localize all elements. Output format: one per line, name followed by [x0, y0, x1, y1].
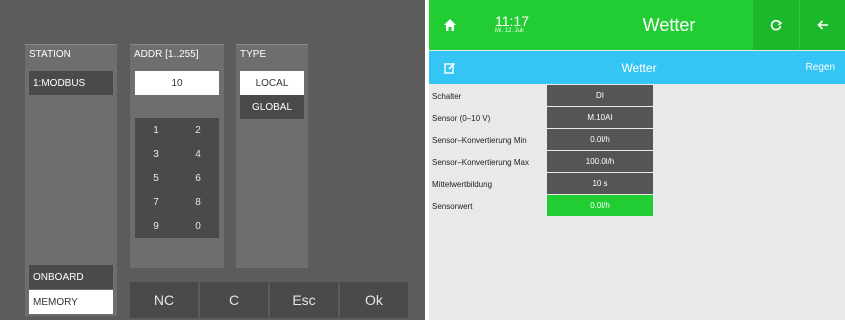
key-9[interactable]: 9	[135, 214, 177, 238]
station-item-modbus[interactable]: 1:MODBUS	[29, 71, 113, 95]
row-label: Sensorwert	[432, 201, 473, 211]
type-group: TYPE LOCAL GLOBAL	[236, 44, 308, 268]
home-icon	[443, 19, 456, 31]
type-header: TYPE	[240, 49, 267, 60]
escape-button[interactable]: Esc	[270, 282, 338, 318]
row-label: Mittelwertbildung	[432, 179, 493, 189]
addr-header: ADDR [1..255]	[134, 49, 199, 60]
row-label: Sensor (0–10 V)	[432, 113, 491, 123]
station-header: STATION	[29, 49, 71, 60]
row-label: Sensor–Konvertierung Max	[432, 157, 529, 167]
row-value[interactable]: DI	[547, 85, 653, 106]
refresh-button[interactable]	[753, 0, 799, 50]
nc-button[interactable]: NC	[130, 282, 198, 318]
row-mittelwert: Mittelwertbildung 10 s	[429, 173, 845, 195]
station-group: STATION 1:MODBUS ONBOARD MEMORY	[25, 44, 117, 316]
page-title: Wetter	[642, 14, 696, 35]
key-4[interactable]: 4	[177, 142, 219, 166]
row-label: Sensor–Konvertierung Min	[432, 135, 527, 145]
row-konv-max: Sensor–Konvertierung Max 100.0l/h	[429, 151, 845, 173]
row-sensor: Sensor (0–10 V) M.10AI	[429, 107, 845, 129]
key-0[interactable]: 0	[177, 214, 219, 238]
row-value[interactable]: 100.0l/h	[547, 151, 653, 172]
key-1[interactable]: 1	[135, 118, 177, 142]
edit-icon	[443, 62, 455, 74]
row-value[interactable]: M.10AI	[547, 107, 653, 128]
row-value: 0.0l/h	[547, 195, 653, 216]
clock-date: Mi, 12. Juli	[495, 28, 524, 34]
clock-time: 11:17	[495, 13, 529, 29]
key-3[interactable]: 3	[135, 142, 177, 166]
key-8[interactable]: 8	[177, 190, 219, 214]
back-button[interactable]	[800, 0, 845, 50]
station-memory-button[interactable]: MEMORY	[29, 290, 113, 314]
addr-input[interactable]: 10	[135, 71, 219, 95]
key-6[interactable]: 6	[177, 166, 219, 190]
key-5[interactable]: 5	[135, 166, 177, 190]
row-value[interactable]: 0.0l/h	[547, 129, 653, 150]
clear-button[interactable]: C	[200, 282, 268, 318]
action-bar: NC C Esc Ok	[130, 282, 408, 318]
home-button[interactable]	[429, 0, 470, 50]
back-arrow-icon	[816, 20, 828, 30]
key-2[interactable]: 2	[177, 118, 219, 142]
row-schalter: Schalter DI	[429, 85, 845, 107]
sub-header: Wetter Regen	[429, 51, 845, 84]
row-label: Schalter	[432, 91, 462, 101]
top-bar: 11:17 Mi, 12. Juli Wetter	[429, 0, 845, 50]
keypad-panel: STATION 1:MODBUS ONBOARD MEMORY ADDR [1.…	[0, 0, 425, 320]
key-7[interactable]: 7	[135, 190, 177, 214]
weather-panel: 11:17 Mi, 12. Juli Wetter Wetter Regen S…	[429, 0, 845, 320]
row-sensorwert: Sensorwert 0.0l/h	[429, 195, 845, 217]
row-konv-min: Sensor–Konvertierung Min 0.0l/h	[429, 129, 845, 151]
section-title: Wetter	[621, 60, 657, 75]
refresh-icon	[770, 19, 783, 31]
station-onboard-button[interactable]: ONBOARD	[29, 265, 113, 289]
ok-button[interactable]: Ok	[340, 282, 408, 318]
numeric-keypad: 1 2 3 4 5 6 7 8 9 0	[135, 118, 219, 238]
type-global-button[interactable]: GLOBAL	[240, 95, 304, 119]
row-value[interactable]: 10 s	[547, 173, 653, 194]
type-local-button[interactable]: LOCAL	[240, 71, 304, 95]
regen-link[interactable]: Regen	[806, 51, 835, 84]
edit-button[interactable]	[429, 51, 470, 84]
addr-group: ADDR [1..255] 10 1 2 3 4 5 6 7 8 9 0	[130, 44, 224, 268]
